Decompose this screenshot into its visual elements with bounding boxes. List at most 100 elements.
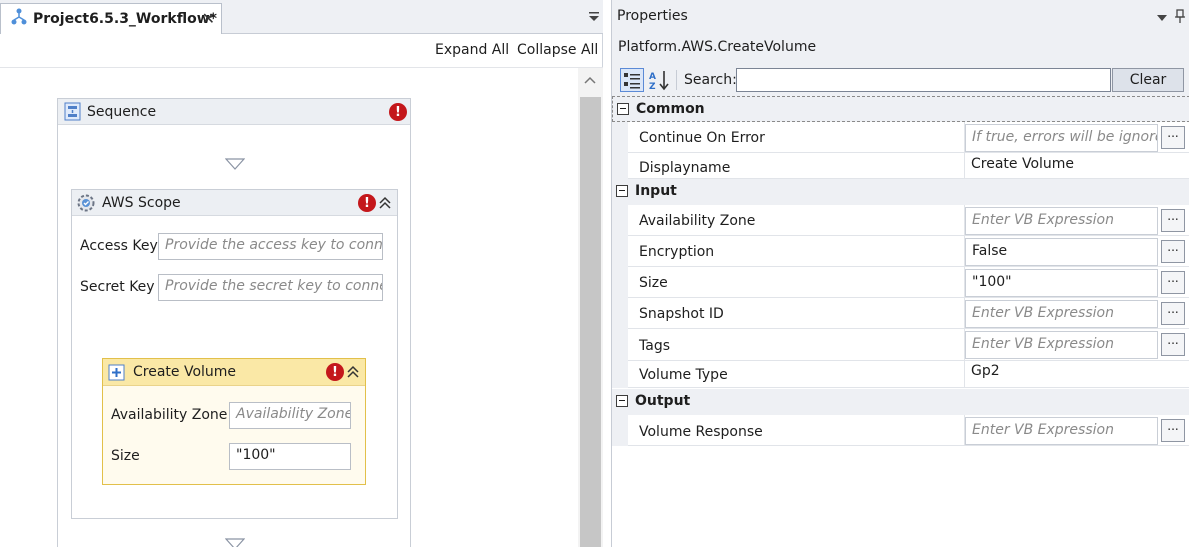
ellipsis-button[interactable]: ...	[1161, 240, 1185, 263]
row-divider	[628, 387, 1189, 388]
clear-button[interactable]: Clear	[1112, 68, 1184, 92]
selected-activity-type: Platform.AWS.CreateVolume	[618, 39, 817, 55]
property-name: Size	[639, 275, 668, 291]
size-expression-input[interactable]: "100"	[965, 269, 1158, 297]
property-row[interactable]: Encryption False ...	[612, 236, 1189, 267]
property-row[interactable]: Continue On Error If true, errors will b…	[612, 122, 1189, 153]
property-name: Displayname	[639, 160, 731, 176]
displayname-input[interactable]: Create Volume	[965, 152, 1183, 180]
category-input[interactable]: Input	[612, 179, 1189, 205]
row-divider	[628, 445, 1189, 446]
error-icon[interactable]: !	[389, 103, 407, 121]
property-name: Snapshot ID	[639, 306, 724, 322]
sequence-title: Sequence	[87, 103, 157, 120]
drop-target-icon[interactable]	[224, 538, 246, 547]
expand-all-link[interactable]: Expand All	[435, 42, 509, 58]
secret-key-label: Secret Key	[80, 279, 155, 295]
row-gutter	[612, 361, 628, 388]
category-label: Common	[636, 101, 705, 117]
pin-icon[interactable]	[1174, 8, 1186, 24]
collapse-chevron-icon[interactable]	[346, 365, 360, 379]
properties-title: Properties	[617, 8, 688, 24]
snapshot-id-input[interactable]: Enter VB Expression	[965, 300, 1158, 328]
create-volume-header[interactable]: Create Volume !	[103, 359, 365, 386]
ellipsis-button[interactable]: ...	[1161, 271, 1185, 294]
chevron-down-icon[interactable]	[1156, 11, 1168, 21]
drop-target-icon[interactable]	[224, 158, 246, 170]
scrollbar-thumb[interactable]	[580, 97, 601, 547]
property-row[interactable]: Volume Response Enter VB Expression ...	[612, 415, 1189, 446]
search-label: Search:	[684, 72, 737, 88]
ellipsis-button[interactable]: ...	[1161, 333, 1185, 356]
error-icon[interactable]: !	[326, 363, 344, 381]
tab-overflow-menu-icon[interactable]	[588, 8, 600, 24]
property-name: Volume Response	[639, 424, 763, 440]
property-name: Encryption	[639, 244, 715, 260]
property-row[interactable]: Size "100" ...	[612, 267, 1189, 298]
ellipsis-button[interactable]: ...	[1161, 209, 1185, 232]
gear-icon	[76, 193, 96, 213]
row-gutter	[612, 415, 628, 446]
availability-zone-label: Availability Zone	[111, 407, 228, 423]
scroll-up-icon[interactable]	[582, 74, 598, 86]
collapse-icon[interactable]	[616, 185, 628, 197]
category-label: Input	[635, 183, 677, 199]
row-gutter	[612, 236, 628, 267]
document-tabstrip: Project6.5.3_Workflow* ✕	[0, 0, 603, 34]
properties-panel: Properties Platform.AWS.CreateVolume A Z…	[611, 0, 1189, 547]
property-name: Volume Type	[639, 367, 728, 383]
property-row[interactable]: Availability Zone Enter VB Expression ..…	[612, 205, 1189, 236]
tab-project-workflow[interactable]: Project6.5.3_Workflow* ✕	[0, 3, 222, 34]
category-output[interactable]: Output	[612, 389, 1189, 415]
property-name: Availability Zone	[639, 213, 756, 229]
workflow-designer: Project6.5.3_Workflow* ✕ Expand All Coll…	[0, 0, 603, 547]
ellipsis-button[interactable]: ...	[1161, 126, 1185, 149]
plus-box-icon	[108, 364, 125, 381]
size-input[interactable]: "100"	[229, 443, 351, 470]
row-gutter	[612, 329, 628, 361]
ellipsis-button[interactable]: ...	[1161, 419, 1185, 442]
categorized-view-icon[interactable]	[620, 68, 644, 92]
property-name: Tags	[639, 338, 670, 354]
tab-title: Project6.5.3_Workflow*	[33, 11, 217, 27]
row-gutter	[612, 205, 628, 236]
properties-title-bar	[612, 0, 1189, 32]
aws-scope-header[interactable]: AWS Scope !	[72, 190, 397, 216]
create-volume-title: Create Volume	[133, 364, 237, 380]
collapse-icon[interactable]	[617, 103, 629, 115]
close-icon[interactable]: ✕	[202, 9, 215, 28]
encryption-input[interactable]: False	[965, 238, 1158, 266]
volume-response-input[interactable]: Enter VB Expression	[965, 417, 1158, 445]
collapse-icon[interactable]	[616, 395, 628, 407]
ellipsis-button[interactable]: ...	[1161, 302, 1185, 325]
designer-toolbar	[0, 34, 603, 68]
row-gutter	[612, 267, 628, 298]
search-input[interactable]	[736, 68, 1111, 92]
property-grid: Common Continue On Error If true, errors…	[612, 96, 1189, 547]
secret-key-input[interactable]: Provide the secret key to connect	[158, 274, 383, 301]
availability-zone-expression-input[interactable]: Enter VB Expression	[965, 207, 1158, 235]
continue-on-error-input[interactable]: If true, errors will be ignored	[965, 124, 1158, 152]
toolbar-separator	[676, 70, 677, 90]
sequence-header[interactable]: Sequence !	[58, 99, 410, 125]
category-label: Output	[635, 393, 691, 409]
tags-input[interactable]: Enter VB Expression	[965, 331, 1158, 359]
size-label: Size	[111, 448, 140, 464]
property-row[interactable]: Tags Enter VB Expression ...	[612, 329, 1189, 361]
collapse-all-link[interactable]: Collapse All	[517, 42, 598, 58]
property-name: Continue On Error	[639, 130, 765, 146]
volume-type-input[interactable]: Gp2	[965, 359, 1183, 387]
property-row[interactable]: Volume Type Gp2	[612, 361, 1189, 388]
availability-zone-input[interactable]: Availability Zone	[229, 402, 351, 429]
category-common[interactable]: Common	[612, 96, 1189, 122]
property-row[interactable]: Displayname Create Volume	[612, 153, 1189, 179]
collapse-chevron-icon[interactable]	[378, 196, 392, 210]
sort-alphabetical-icon[interactable]: A Z	[647, 68, 671, 92]
svg-text:Z: Z	[649, 82, 656, 92]
svg-text:A: A	[649, 72, 656, 82]
property-row[interactable]: Snapshot ID Enter VB Expression ...	[612, 298, 1189, 329]
access-key-input[interactable]: Provide the access key to connect	[158, 233, 383, 260]
error-icon[interactable]: !	[358, 194, 376, 212]
row-gutter	[612, 153, 628, 179]
row-gutter	[612, 298, 628, 329]
